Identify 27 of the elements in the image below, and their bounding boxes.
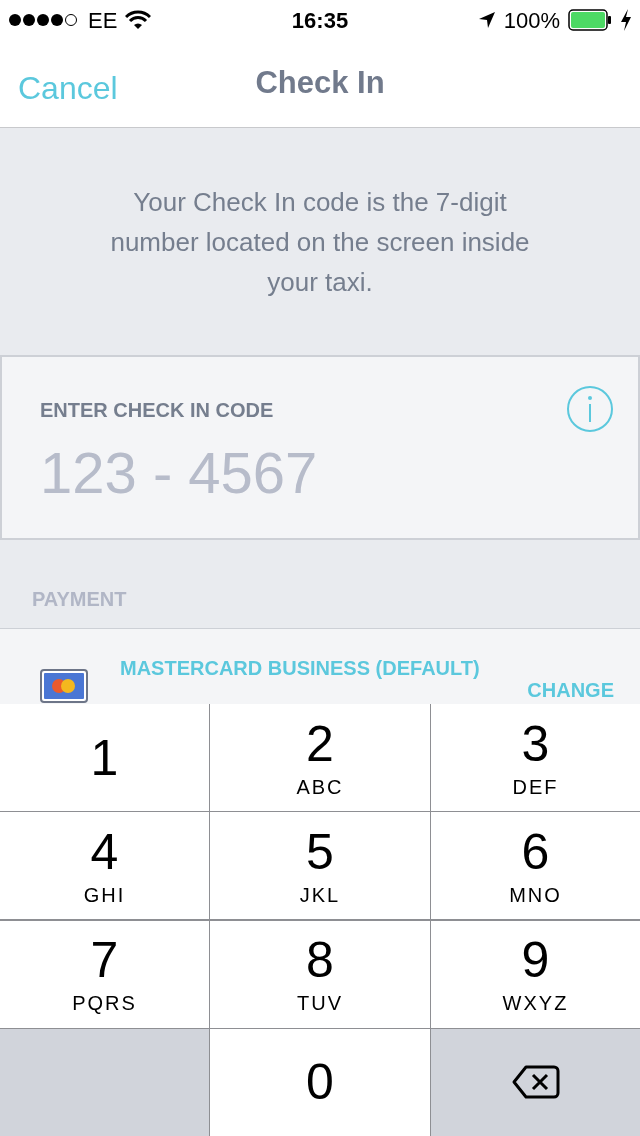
wifi-icon xyxy=(125,10,152,30)
keypad-key[interactable]: 7 PQRS xyxy=(0,920,209,1028)
keypad-key[interactable]: 2 ABC xyxy=(210,704,430,811)
card-icon xyxy=(40,669,88,703)
delete-key[interactable] xyxy=(431,1028,640,1136)
carrier-name: EE xyxy=(88,6,118,35)
keypad-key[interactable]: 6 MNO xyxy=(431,812,640,920)
payment-heading: PAYMENT xyxy=(32,587,127,612)
code-field-label: ENTER CHECK IN CODE xyxy=(40,398,275,423)
keypad-key[interactable]: 5 JKL xyxy=(210,812,430,920)
screen-title: Check In xyxy=(255,64,385,103)
keypad-key[interactable]: 0 xyxy=(210,1028,430,1136)
keypad-key[interactable]: 4 GHI xyxy=(0,812,209,920)
keypad-key[interactable]: 3 DEF xyxy=(431,704,640,811)
card-name: MASTERCARD BUSINESS (DEFAULT) xyxy=(120,656,481,681)
clock-time: 16:35 xyxy=(291,6,349,35)
backspace-icon xyxy=(511,1064,560,1101)
instruction-text: Your Check In code is the 7-digit number located on the screen inside your taxi. xyxy=(109,185,531,299)
charging-bolt-icon xyxy=(620,9,632,31)
keypad-key[interactable]: 9 WXYZ xyxy=(431,920,640,1028)
keypad-key[interactable]: 1 xyxy=(0,704,209,811)
signal-icon xyxy=(8,13,80,27)
location-arrow-icon xyxy=(477,11,496,29)
keypad-key[interactable]: 8 TUV xyxy=(210,920,430,1028)
battery-percentage: 100% xyxy=(503,6,560,35)
code-entry-field[interactable]: ENTER CHECK IN CODE 123 - 4567 xyxy=(0,355,640,540)
battery-icon xyxy=(568,9,612,31)
